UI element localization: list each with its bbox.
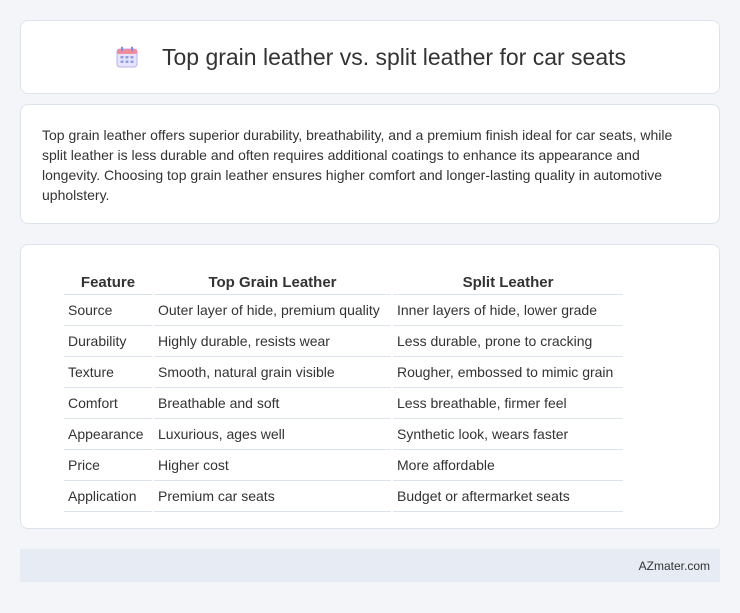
table-row: Application Premium car seats Budget or … (64, 481, 623, 512)
page-title: Top grain leather vs. split leather for … (161, 43, 627, 70)
table-row: Appearance Luxurious, ages well Syntheti… (64, 419, 623, 450)
title-card: Top grain leather vs. split leather for … (20, 20, 720, 94)
summary-card: Top grain leather offers superior durabi… (20, 104, 720, 224)
row-feature: Source (64, 295, 152, 326)
row-top-grain: Outer layer of hide, premium quality (154, 295, 391, 326)
row-split: Budget or aftermarket seats (393, 481, 623, 512)
table-row: Comfort Breathable and soft Less breatha… (64, 388, 623, 419)
row-top-grain: Luxurious, ages well (154, 419, 391, 450)
row-split: Inner layers of hide, lower grade (393, 295, 623, 326)
footer-site-link[interactable]: AZmater.com (639, 559, 710, 573)
header-feature: Feature (64, 265, 152, 295)
row-feature: Texture (64, 357, 152, 388)
table-header-row: Feature Top Grain Leather Split Leather (64, 265, 623, 295)
row-feature: Price (64, 450, 152, 481)
row-split: More affordable (393, 450, 623, 481)
table-row: Price Higher cost More affordable (64, 450, 623, 481)
row-top-grain: Breathable and soft (154, 388, 391, 419)
table-row: Source Outer layer of hide, premium qual… (64, 295, 623, 326)
comparison-table-card: Feature Top Grain Leather Split Leather … (20, 244, 720, 529)
row-top-grain: Higher cost (154, 450, 391, 481)
row-split: Less breathable, firmer feel (393, 388, 623, 419)
comparison-table: Feature Top Grain Leather Split Leather … (62, 265, 625, 512)
row-top-grain: Highly durable, resists wear (154, 326, 391, 357)
table-row: Durability Highly durable, resists wear … (64, 326, 623, 357)
header-top-grain: Top Grain Leather (154, 265, 391, 295)
calendar-icon (114, 44, 140, 70)
row-feature: Comfort (64, 388, 152, 419)
row-split: Synthetic look, wears faster (393, 419, 623, 450)
footer: AZmater.com (20, 549, 720, 582)
table-row: Texture Smooth, natural grain visible Ro… (64, 357, 623, 388)
row-split: Less durable, prone to cracking (393, 326, 623, 357)
row-split: Rougher, embossed to mimic grain (393, 357, 623, 388)
row-top-grain: Premium car seats (154, 481, 391, 512)
header-split: Split Leather (393, 265, 623, 295)
row-top-grain: Smooth, natural grain visible (154, 357, 391, 388)
summary-text: Top grain leather offers superior durabi… (42, 127, 673, 203)
row-feature: Appearance (64, 419, 152, 450)
row-feature: Durability (64, 326, 152, 357)
row-feature: Application (64, 481, 152, 512)
